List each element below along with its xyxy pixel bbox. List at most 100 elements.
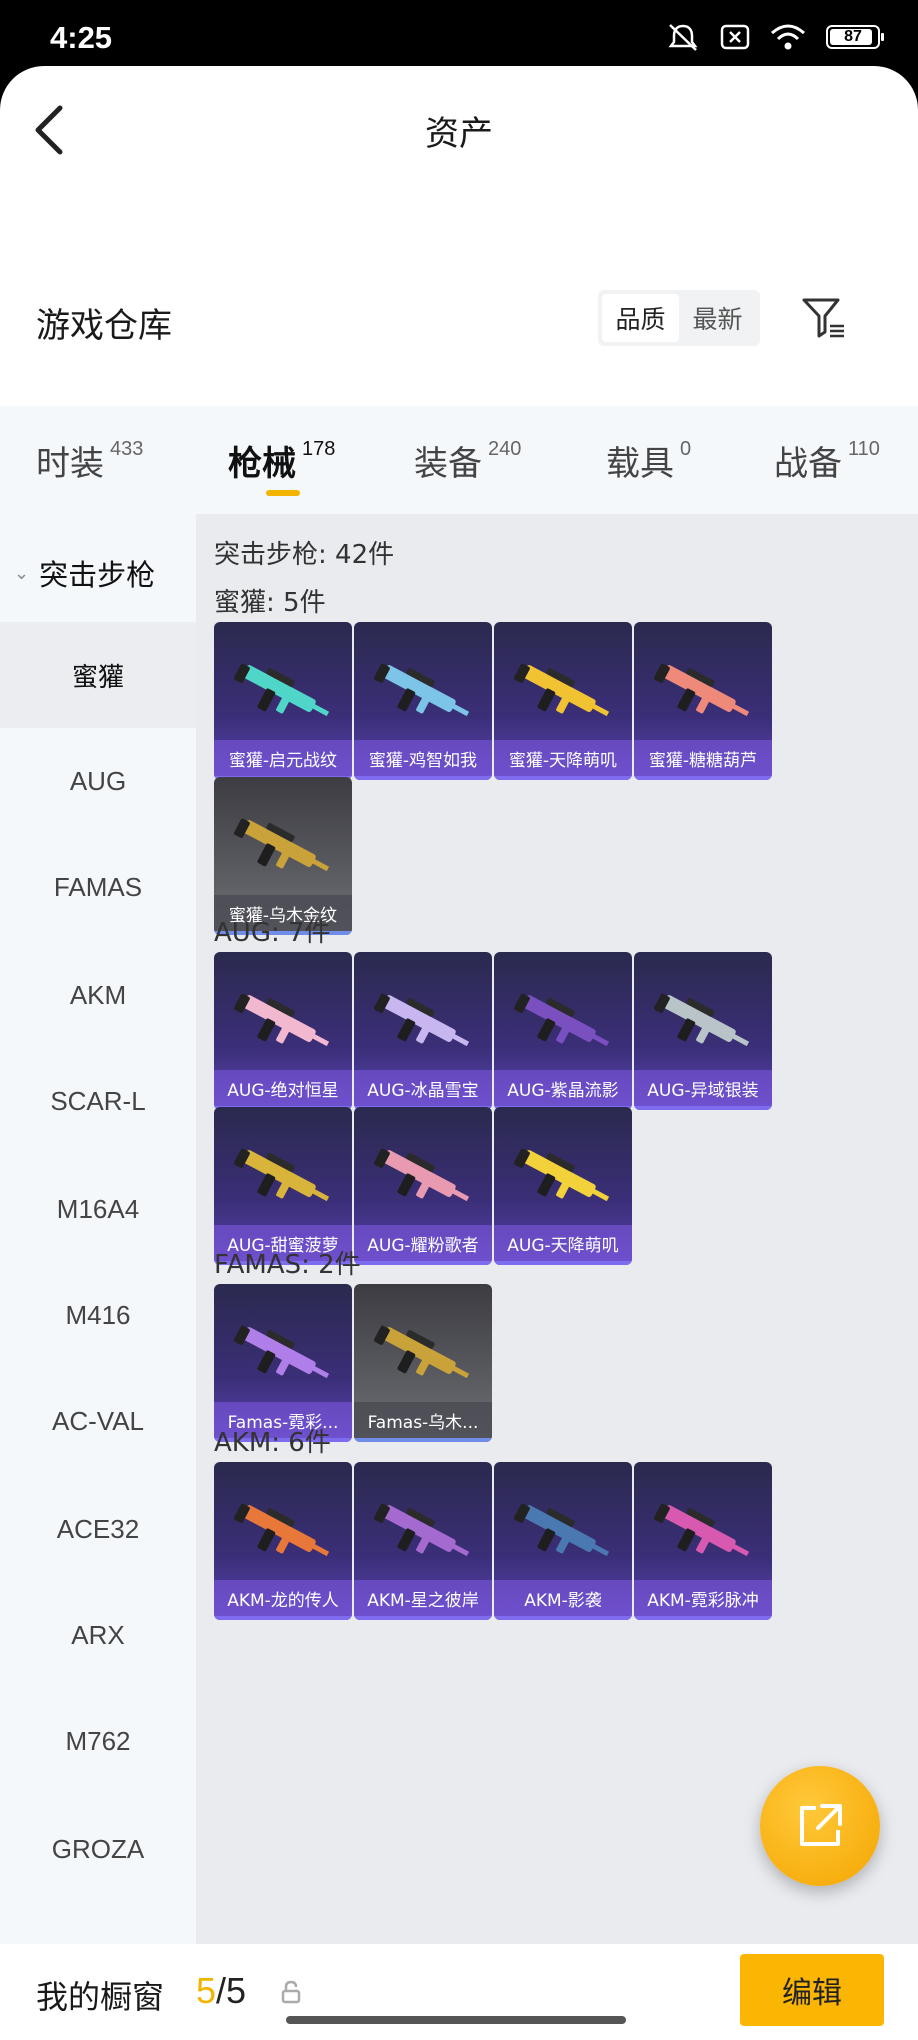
home-indicator[interactable] [286, 2016, 626, 2024]
wifi-icon [771, 24, 805, 50]
sidebar-item-scar-l[interactable]: SCAR-L [0, 1048, 196, 1154]
warehouse-body: ⌄ 突击步枪 蜜獾 AUG FAMAS AKM SCAR-L M16A4 M416… [0, 514, 918, 1944]
sort-toggle: 品质 最新 [598, 290, 760, 346]
skin-name: AKM-霓彩脉冲 [634, 1580, 772, 1616]
skin-card[interactable]: AUG-冰晶雪宝 [354, 952, 492, 1110]
weapon-skin-icon [233, 993, 330, 1047]
section-header: FAMAS: 2件 [214, 1250, 361, 1280]
sidebar-item-ace32[interactable]: ACE32 [0, 1476, 196, 1582]
tab-label: 时装 [36, 444, 104, 484]
app-sheet: 资产 游戏仓库 品质 最新 时装 433 枪械 178 装备 240 载具 0 战备 11… [0, 66, 918, 2040]
rarity-bar [354, 776, 492, 780]
category-tabs: 时装 433 枪械 178 装备 240 载具 0 战备 110 [0, 406, 918, 514]
skin-name: 蜜獾-启元战纹 [214, 740, 352, 776]
edit-button[interactable]: 编辑 [740, 1954, 884, 2026]
status-time: 4:25 [50, 20, 113, 55]
skin-card[interactable]: 蜜獾-鸡智如我 [354, 622, 492, 780]
tab-equipment[interactable]: 装备 240 [414, 436, 521, 485]
weapon-skin-icon [233, 663, 330, 717]
sidebar-item-aug[interactable]: AUG [0, 728, 196, 834]
sidebar-item-arx[interactable]: ARX [0, 1582, 196, 1688]
skin-name: 蜜獾-天降萌叽 [494, 740, 632, 776]
sort-newest[interactable]: 最新 [679, 294, 756, 342]
item-grid: 突击步枪: 42件 蜜獾: 5件 蜜獾-启元战纹 蜜獾-鸡智如我 蜜獾-天降萌叽 蜜獾-… [196, 514, 918, 1944]
skin-card[interactable]: 蜜獾-启元战纹 [214, 622, 352, 780]
skin-name: AUG-紫晶流影 [494, 1070, 632, 1106]
sidebar-item-famas[interactable]: FAMAS [0, 834, 196, 940]
skin-name: AUG-绝对恒星 [214, 1070, 352, 1106]
tab-fashion[interactable]: 时装 433 [36, 436, 143, 485]
sort-quality[interactable]: 品质 [602, 294, 679, 342]
mute-icon [668, 24, 698, 51]
sidebar-item-groza[interactable]: GROZA [0, 1796, 196, 1902]
section-header: AKM: 6件 [214, 1428, 331, 1458]
weapon-skin-icon [233, 1325, 330, 1379]
skin-card[interactable]: AUG-天降萌叽 [494, 1107, 632, 1265]
sidebar-item-akm[interactable]: AKM [0, 942, 196, 1048]
rarity-bar [634, 776, 772, 780]
skin-card[interactable]: AUG-绝对恒星 [214, 952, 352, 1110]
skin-card[interactable]: 蜜獾-天降萌叽 [494, 622, 632, 780]
skin-name: 蜜獾-糖糖葫芦 [634, 740, 772, 776]
skin-name: Famas-乌木... [354, 1402, 492, 1438]
chevron-down-icon: ⌄ [14, 562, 30, 584]
status-icons: 87 [666, 22, 884, 52]
weapon-skin-icon [233, 818, 330, 872]
filter-button[interactable] [800, 296, 848, 340]
section-header: 蜜獾: 5件 [214, 588, 326, 618]
share-icon [800, 1804, 842, 1846]
skin-card[interactable]: AKM-龙的传人 [214, 1462, 352, 1620]
sidebar-item-m416[interactable]: M416 [0, 1262, 196, 1368]
sidebar-item-m762[interactable]: M762 [0, 1688, 196, 1794]
showcase-used: 5 [196, 1970, 217, 2011]
weapon-skin-icon [513, 993, 610, 1047]
tab-firearms[interactable]: 枪械 178 [228, 436, 335, 485]
share-fab[interactable] [760, 1766, 880, 1886]
tab-label: 载具 [606, 444, 674, 484]
rarity-bar [354, 1616, 492, 1620]
skin-card[interactable]: Famas-霓彩... [214, 1284, 352, 1442]
skin-card[interactable]: AKM-星之彼岸 [354, 1462, 492, 1620]
sidebar-group-label: 突击步枪 [39, 558, 156, 592]
warehouse-title: 游戏仓库 [36, 306, 172, 346]
skin-card[interactable]: AUG-甜蜜菠萝 [214, 1107, 352, 1265]
warehouse-header: 游戏仓库 品质 最新 [0, 278, 918, 358]
tab-label: 装备 [414, 444, 482, 484]
sidebar-item-ac-val[interactable]: AC-VAL [0, 1368, 196, 1474]
skin-card[interactable]: AUG-紫晶流影 [494, 952, 632, 1110]
sidebar-item-m16a4[interactable]: M16A4 [0, 1156, 196, 1262]
rarity-bar [354, 1261, 492, 1265]
skin-card[interactable]: AKM-霓彩脉冲 [634, 1462, 772, 1620]
tab-vehicles[interactable]: 载具 0 [606, 436, 691, 485]
sim-off-icon [720, 24, 750, 50]
skin-card[interactable]: AUG-异域银装 [634, 952, 772, 1110]
skin-card[interactable]: AKM-影袭 [494, 1462, 632, 1620]
skin-name: AKM-星之彼岸 [354, 1580, 492, 1616]
skin-card[interactable]: AUG-耀粉歌者 [354, 1107, 492, 1265]
skin-name: AUG-天降萌叽 [494, 1225, 632, 1261]
tab-count: 240 [488, 438, 522, 460]
section-header: AUG: 7件 [214, 918, 331, 948]
weapon-skin-icon [653, 993, 750, 1047]
active-tab-indicator [266, 490, 300, 496]
skin-name: 蜜獾-鸡智如我 [354, 740, 492, 776]
sidebar-group-assault-rifles[interactable]: ⌄ 突击步枪 [14, 552, 155, 594]
rarity-bar [634, 1616, 772, 1620]
tab-label: 战备 [774, 444, 842, 484]
weapon-skin-icon [513, 1148, 610, 1202]
tab-count: 433 [110, 438, 144, 460]
rarity-bar [494, 776, 632, 780]
status-bar: 4:25 87 [0, 0, 918, 66]
skin-card[interactable]: Famas-乌木... [354, 1284, 492, 1442]
showcase-total: /5 [216, 1970, 247, 2011]
weapon-skin-icon [513, 663, 610, 717]
lock-icon [281, 1980, 301, 2004]
weapon-skin-icon [233, 1148, 330, 1202]
sidebar-item-honey-badger[interactable]: 蜜獾 [0, 622, 196, 728]
tab-count: 110 [848, 438, 880, 460]
weapon-skin-icon [373, 1148, 470, 1202]
rarity-bar [214, 1616, 352, 1620]
tab-supplies[interactable]: 战备 110 [774, 436, 880, 485]
skin-card[interactable]: 蜜獾-糖糖葫芦 [634, 622, 772, 780]
showcase-bar: 我的橱窗 5/5 编辑 [0, 1944, 918, 2040]
